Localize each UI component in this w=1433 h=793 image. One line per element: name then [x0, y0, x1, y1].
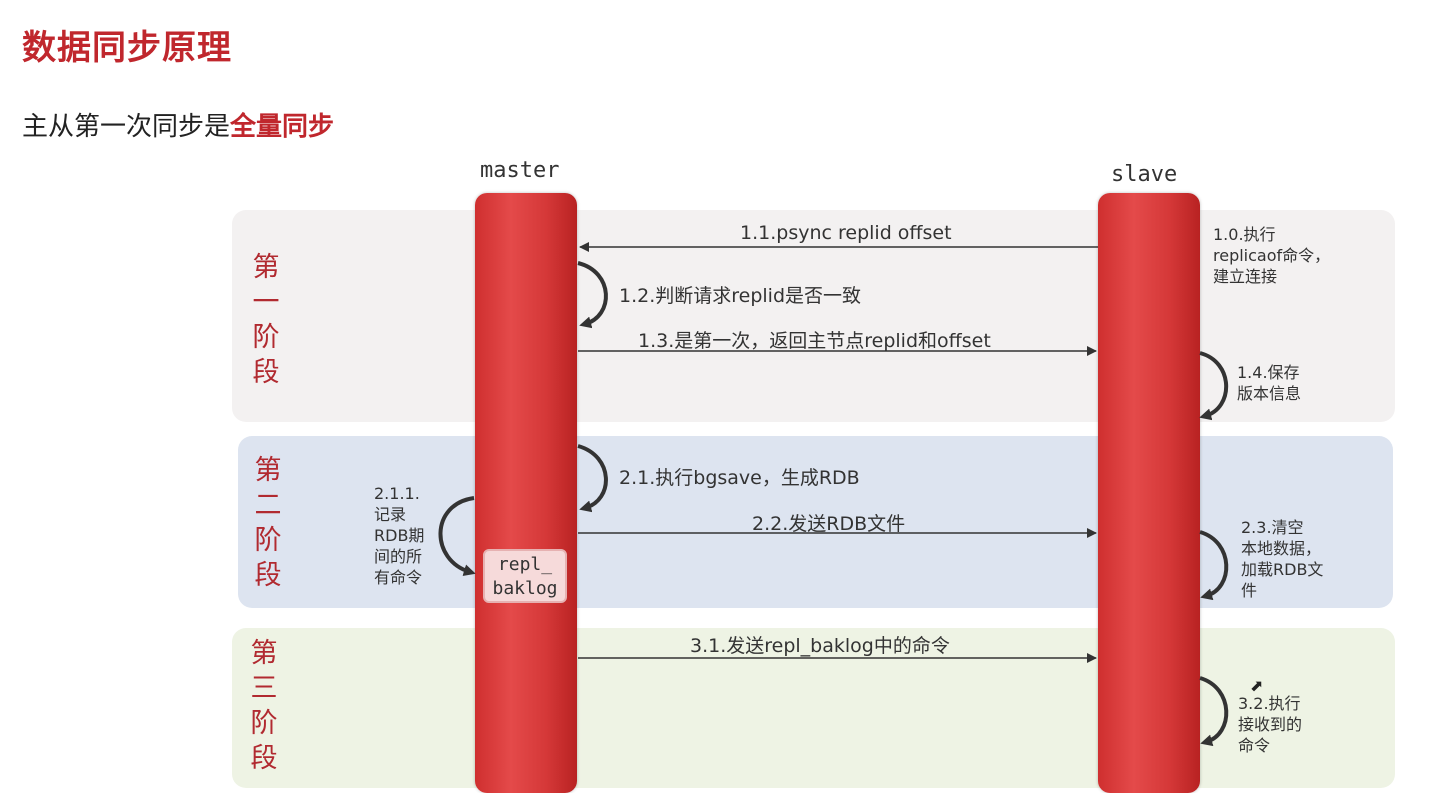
note-line: 1.4.保存: [1237, 363, 1300, 382]
note-line: 接收到的: [1238, 715, 1303, 734]
message-1-3: 1.3.是第一次，返回主节点replid和offset: [638, 330, 991, 352]
note-line: 建立连接: [1213, 267, 1278, 286]
loop-1-2: [577, 261, 608, 329]
note-line: 件: [1241, 581, 1258, 600]
note-1-4: 1.4.保存 版本信息: [1237, 362, 1301, 404]
note-line: 有命令: [374, 568, 423, 587]
diagram-arrows: [438, 242, 1229, 747]
message-1-1: 1.1.psync replid offset: [740, 222, 952, 244]
loop-3-2: [1199, 676, 1229, 747]
loop-2-1-1: [438, 496, 476, 577]
message-2-1: 2.1.执行bgsave，生成RDB: [619, 467, 860, 489]
note-line: 加载RDB文: [1241, 560, 1324, 579]
message-1-2: 1.2.判断请求replid是否一致: [619, 285, 862, 307]
note-line: 2.1.1.: [374, 484, 420, 503]
note-line: replicaof命令，: [1213, 246, 1331, 265]
note-line: 2.3.清空: [1241, 518, 1304, 537]
note-line: 1.0.执行: [1213, 225, 1276, 244]
note-line: 命令: [1238, 736, 1271, 755]
note-line: 间的所: [374, 547, 423, 566]
note-1-0: 1.0.执行 replicaof命令， 建立连接: [1213, 224, 1330, 287]
note-line: 记录: [374, 505, 407, 524]
note-2-3: 2.3.清空 本地数据， 加载RDB文 件: [1241, 517, 1323, 601]
note-3-2: 3.2.执行 接收到的 命令: [1238, 693, 1302, 756]
note-line: 本地数据，: [1241, 539, 1322, 558]
loop-1-4: [1199, 351, 1229, 421]
loop-2-3: [1199, 530, 1229, 601]
loop-2-1: [577, 444, 608, 513]
mouse-cursor-icon: ⬈: [1250, 676, 1264, 695]
note-line: RDB期: [374, 526, 425, 545]
note-line: 版本信息: [1237, 384, 1302, 403]
note-line: 3.2.执行: [1238, 694, 1301, 713]
message-2-2: 2.2.发送RDB文件: [752, 513, 906, 535]
message-3-1: 3.1.发送repl_baklog中的命令: [690, 635, 950, 657]
note-2-1-1: 2.1.1. 记录 RDB期 间的所 有命令: [374, 483, 424, 588]
